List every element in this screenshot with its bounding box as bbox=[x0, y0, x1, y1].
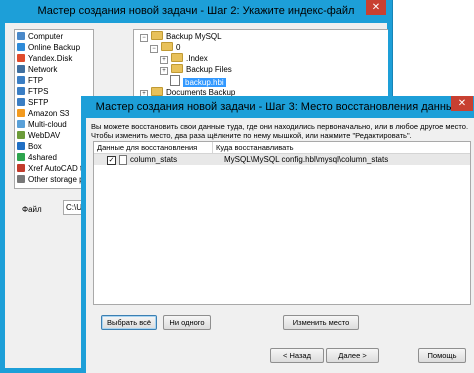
folder-icon bbox=[151, 31, 163, 40]
sftp-icon bbox=[17, 98, 25, 106]
select-all-button[interactable]: Выбрать всё bbox=[101, 315, 157, 330]
expand-icon[interactable]: + bbox=[160, 67, 168, 75]
xref-autocad-icon bbox=[17, 164, 25, 172]
file-label: Файл bbox=[22, 205, 42, 214]
row-path: MySQL\MySQL config.hbl\mysql\column_stat… bbox=[224, 155, 389, 164]
restore-table: Данные для восстановления Куда восстанав… bbox=[93, 141, 471, 305]
index-file-tree: − Backup MySQL −0 + .Index + Backup Files b… bbox=[133, 29, 388, 101]
storage-item-4shared[interactable]: 4shared bbox=[17, 153, 57, 163]
file-icon bbox=[170, 75, 180, 86]
storage-item-xref-autocad[interactable]: Xref AutoCAD t bbox=[17, 164, 82, 174]
storage-item-other[interactable]: Other storage p bbox=[17, 175, 84, 185]
expand-icon[interactable]: + bbox=[160, 56, 168, 64]
tree-node-0[interactable]: −0 bbox=[150, 42, 180, 53]
4shared-icon bbox=[17, 153, 25, 161]
select-none-button[interactable]: Ни одного bbox=[163, 315, 211, 330]
step2-title: Мастер создания новой задачи - Шаг 2: Ук… bbox=[37, 5, 355, 17]
multi-cloud-icon bbox=[17, 120, 25, 128]
storage-item-yandex-disk[interactable]: Yandex.Disk bbox=[17, 54, 72, 64]
step3-window: Мастер создания новой задачи - Шаг 3: Ме… bbox=[81, 96, 474, 373]
storage-item-ftp[interactable]: FTP bbox=[17, 76, 43, 86]
column-header-data[interactable]: Данные для восстановления bbox=[94, 142, 213, 153]
other-storage-icon bbox=[17, 175, 25, 183]
tree-node-backup-hbi[interactable]: backup.hbi bbox=[170, 75, 226, 87]
table-header: Данные для восстановления Куда восстанав… bbox=[94, 142, 470, 154]
storage-item-network[interactable]: Network bbox=[17, 65, 57, 75]
table-row[interactable]: ✓ column_stats MySQL\MySQL config.hbl\my… bbox=[94, 154, 470, 165]
folder-icon bbox=[161, 42, 173, 51]
next-button[interactable]: Далее > bbox=[326, 348, 379, 363]
row-checkbox[interactable]: ✓ bbox=[107, 156, 116, 165]
row-name: column_stats bbox=[130, 155, 178, 164]
tree-node-backup-files[interactable]: + Backup Files bbox=[160, 64, 232, 75]
change-location-button[interactable]: Изменить место bbox=[283, 315, 359, 330]
collapse-icon[interactable]: − bbox=[140, 34, 148, 42]
webdav-icon bbox=[17, 131, 25, 139]
folder-icon bbox=[151, 87, 163, 96]
table-icon bbox=[119, 155, 127, 165]
network-icon bbox=[17, 65, 25, 73]
storage-item-multi-cloud[interactable]: Multi-cloud bbox=[17, 120, 67, 130]
online-backup-icon bbox=[17, 43, 25, 51]
step3-close-button[interactable]: ✕ bbox=[451, 96, 473, 111]
restore-info-text: Вы можете восстановить свои данные туда,… bbox=[91, 122, 469, 140]
storage-item-webdav[interactable]: WebDAV bbox=[17, 131, 60, 141]
storage-item-sftp[interactable]: SFTP bbox=[17, 98, 48, 108]
box-icon bbox=[17, 142, 25, 150]
storage-item-online-backup[interactable]: Online Backup bbox=[17, 43, 80, 53]
step2-close-button[interactable]: ✕ bbox=[366, 0, 386, 15]
storage-item-box[interactable]: Box bbox=[17, 142, 42, 152]
storage-item-ftps[interactable]: FTPS bbox=[17, 87, 48, 97]
back-button[interactable]: < Назад bbox=[270, 348, 324, 363]
folder-icon bbox=[171, 53, 183, 62]
collapse-icon[interactable]: − bbox=[150, 45, 158, 53]
folder-icon bbox=[171, 64, 183, 73]
column-header-destination[interactable]: Куда восстанавливать bbox=[213, 142, 466, 153]
storage-item-computer[interactable]: Computer bbox=[17, 32, 63, 42]
step3-title: Мастер создания новой задачи - Шаг 3: Ме… bbox=[95, 101, 460, 113]
tree-node-backup-mysql[interactable]: − Backup MySQL bbox=[140, 31, 222, 42]
yandex-disk-icon bbox=[17, 54, 25, 62]
ftps-icon bbox=[17, 87, 25, 95]
ftp-icon bbox=[17, 76, 25, 84]
storage-item-amazon-s3[interactable]: Amazon S3 bbox=[17, 109, 69, 119]
tree-node-index[interactable]: + .Index bbox=[160, 53, 208, 64]
help-button[interactable]: Помощь bbox=[418, 348, 466, 363]
step3-client: Вы можете восстановить свои данные туда,… bbox=[86, 118, 474, 373]
computer-icon bbox=[17, 32, 25, 40]
amazon-s3-icon bbox=[17, 109, 25, 117]
